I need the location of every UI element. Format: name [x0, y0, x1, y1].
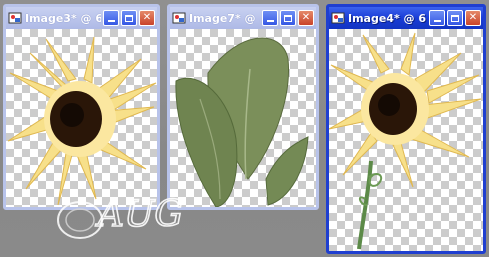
watermark-logo: AUG — [57, 193, 184, 239]
watermark-text: AUG — [95, 194, 183, 235]
title-bar[interactable]: Image4* @ 6... ✕ — [329, 7, 483, 29]
close-button[interactable]: ✕ — [139, 10, 155, 26]
maximize-button[interactable] — [447, 10, 463, 26]
maximize-button[interactable] — [280, 10, 296, 26]
minimize-button[interactable] — [103, 10, 119, 26]
maximize-icon — [125, 14, 133, 22]
maximize-button[interactable] — [121, 10, 137, 26]
window-title: Image7* @ ... — [189, 11, 260, 25]
close-icon: ✕ — [301, 12, 311, 23]
close-button[interactable]: ✕ — [465, 10, 481, 26]
app-icon — [8, 12, 22, 24]
image-window-image4[interactable]: Image4* @ 6... ✕ — [326, 4, 486, 254]
title-bar[interactable]: Image7* @ ... ✕ — [170, 7, 316, 29]
minimize-icon — [266, 20, 274, 22]
maximize-icon — [451, 14, 459, 22]
window-title: Image3* @ 6... — [25, 11, 101, 25]
window-title: Image4* @ 6... — [348, 11, 427, 25]
app-icon — [331, 12, 345, 24]
maximize-icon — [284, 14, 292, 22]
minimize-button[interactable] — [429, 10, 445, 26]
sunflower-stem-image — [329, 32, 482, 250]
close-icon: ✕ — [468, 12, 478, 23]
minimize-icon — [107, 20, 115, 22]
app-icon — [172, 12, 186, 24]
title-bar[interactable]: Image3* @ 6... ✕ — [6, 7, 157, 29]
close-button[interactable]: ✕ — [298, 10, 314, 26]
close-icon: ✕ — [142, 12, 152, 23]
minimize-icon — [433, 20, 441, 22]
minimize-button[interactable] — [262, 10, 278, 26]
image-canvas[interactable] — [329, 29, 483, 251]
